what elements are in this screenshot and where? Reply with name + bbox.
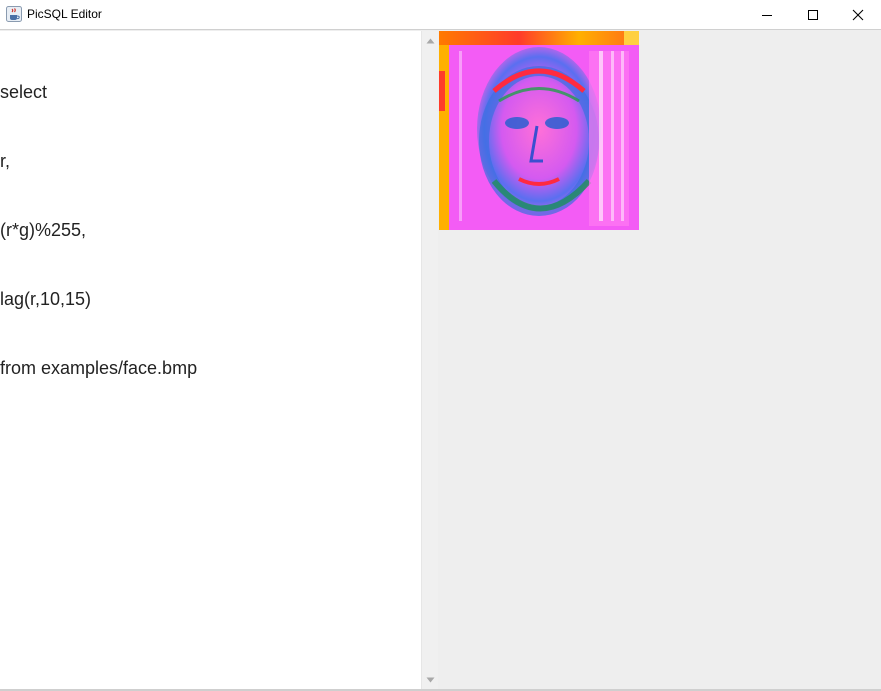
triangle-up-icon xyxy=(426,38,434,44)
minimize-icon xyxy=(762,14,772,16)
editor-line[interactable]: lag(r,10,15) xyxy=(0,288,418,311)
editor-line[interactable]: from examples/face.bmp xyxy=(0,357,418,380)
close-icon xyxy=(852,9,864,20)
sql-editor[interactable]: select r, (r*g)%255, lag(r,10,15) from e… xyxy=(0,31,438,689)
maximize-button[interactable] xyxy=(790,0,836,29)
java-cup-icon xyxy=(6,6,22,22)
psychedelic-face-image xyxy=(439,31,639,230)
minimize-button[interactable] xyxy=(744,0,790,29)
sql-editor-text[interactable]: select r, (r*g)%255, lag(r,10,15) from e… xyxy=(0,35,418,426)
close-button[interactable] xyxy=(835,0,881,29)
title-bar[interactable]: PicSQL Editor xyxy=(0,0,881,30)
scroll-up-button[interactable] xyxy=(422,33,438,49)
editor-line[interactable]: r, xyxy=(0,150,418,173)
triangle-down-icon xyxy=(426,677,434,683)
editor-line[interactable]: select xyxy=(0,81,418,104)
picsql-editor-window: PicSQL Editor select r, (r*g)%255, lag(r… xyxy=(0,0,881,691)
image-output-panel xyxy=(439,31,881,689)
window-title: PicSQL Editor xyxy=(27,7,102,21)
editor-line[interactable]: (r*g)%255, xyxy=(0,219,418,242)
vertical-scrollbar[interactable] xyxy=(421,31,438,689)
scroll-down-button[interactable] xyxy=(422,672,438,688)
maximize-icon xyxy=(808,9,818,20)
